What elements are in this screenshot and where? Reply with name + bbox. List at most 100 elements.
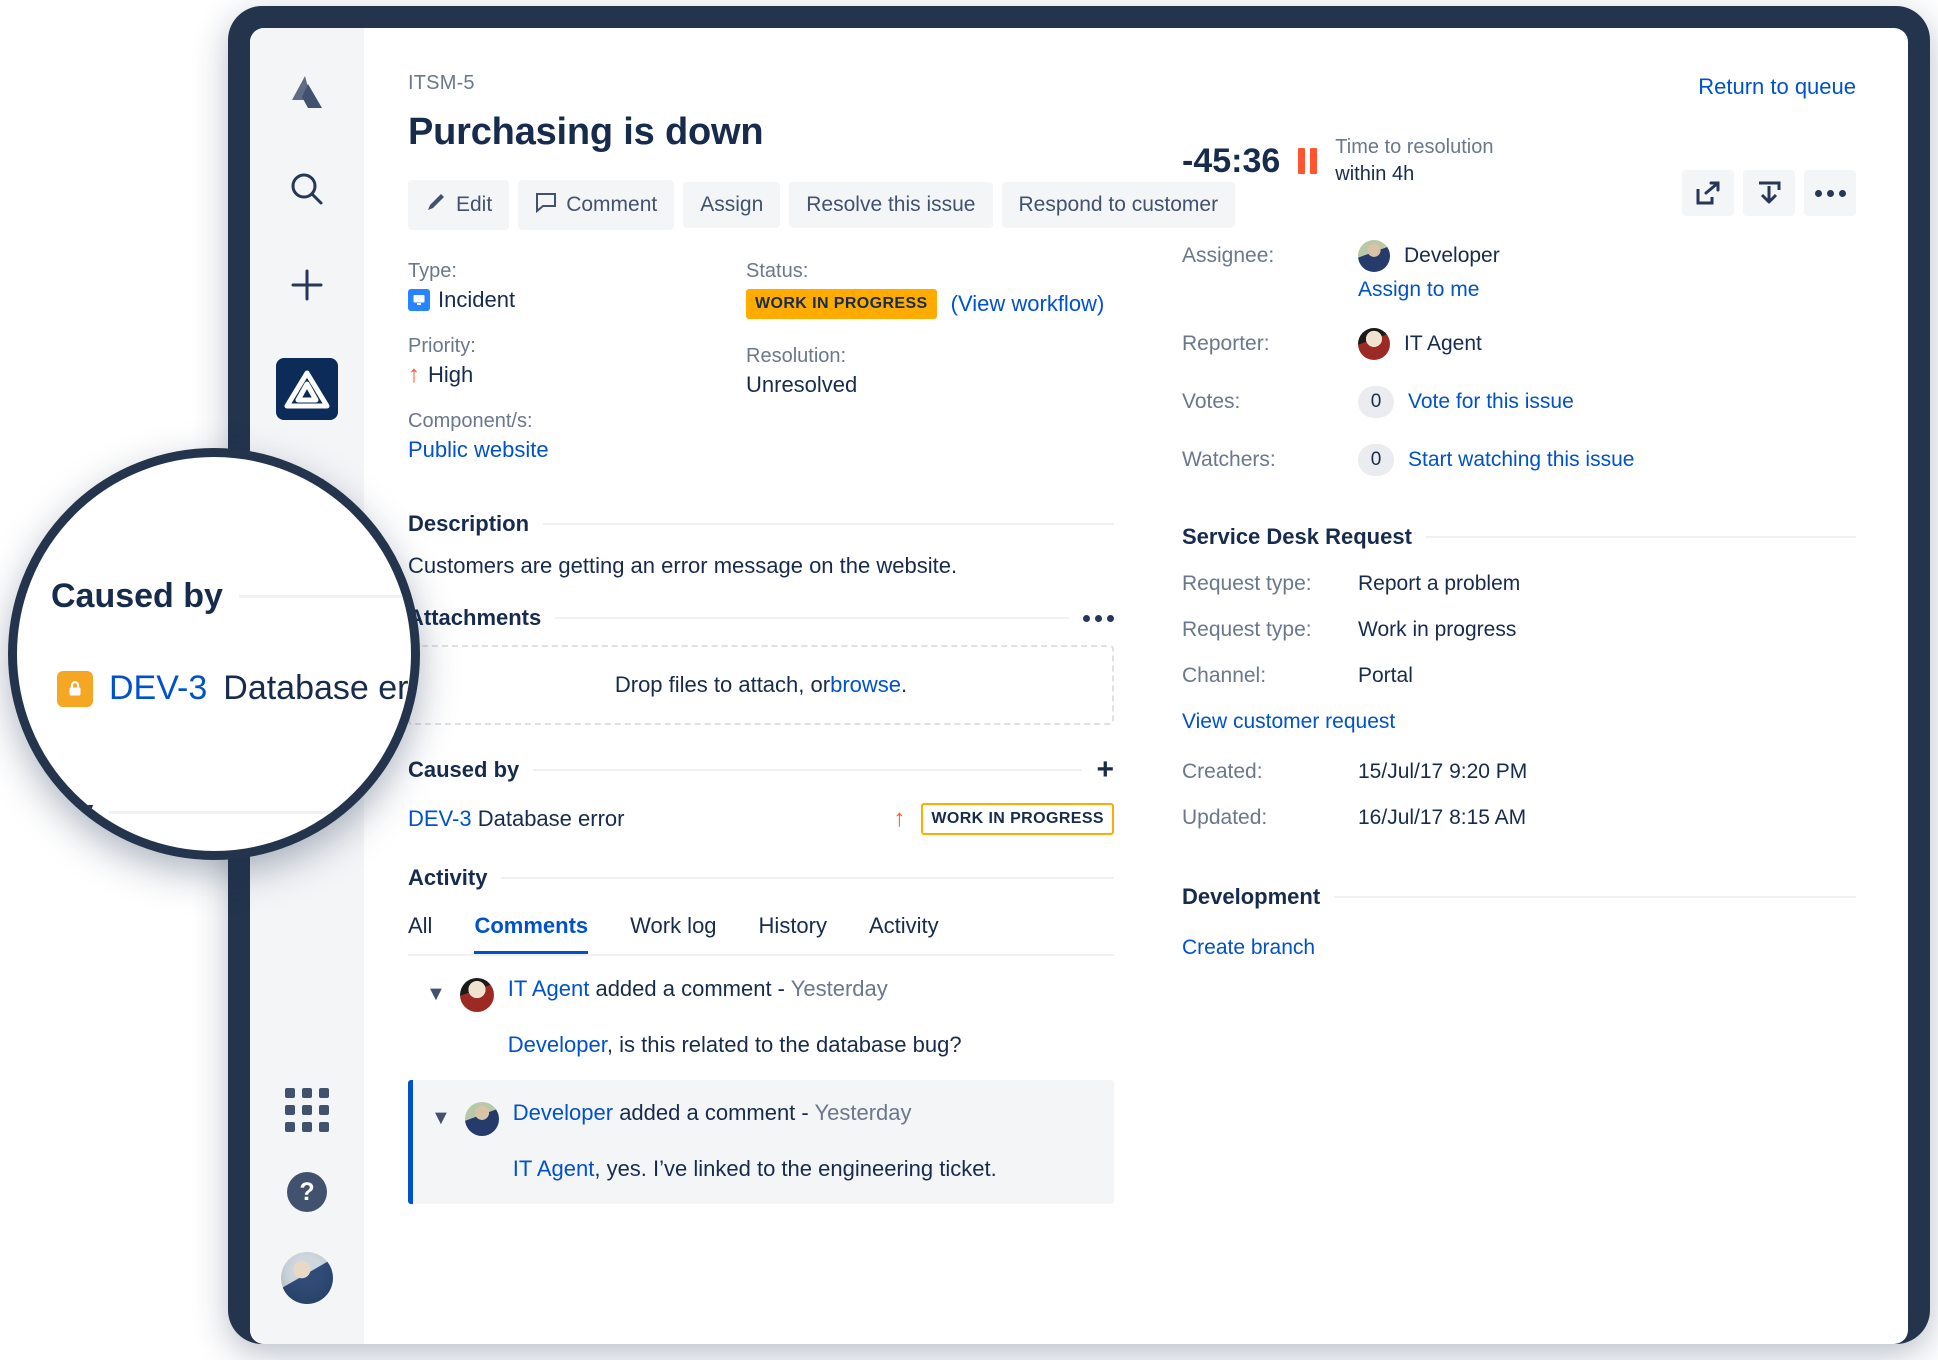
comment-author[interactable]: Developer bbox=[513, 1100, 613, 1125]
help-icon[interactable]: ? bbox=[287, 1172, 327, 1212]
field-components: Component/s: Public website bbox=[408, 410, 746, 463]
user-avatar[interactable] bbox=[281, 1252, 333, 1304]
tab-history[interactable]: History bbox=[759, 913, 827, 954]
atlassian-logo-icon[interactable] bbox=[284, 70, 330, 116]
export-icon[interactable] bbox=[1743, 170, 1795, 216]
comment-button[interactable]: Comment bbox=[518, 180, 675, 230]
field-type: Type: Incident bbox=[408, 260, 746, 313]
comment-mention[interactable]: IT Agent bbox=[513, 1156, 595, 1181]
issue-toolbar: Edit Comment Assign Resolve this issue R… bbox=[408, 180, 1236, 230]
magnifier-issue-summary: Database error bbox=[223, 669, 420, 707]
view-customer-request-link[interactable]: View customer request bbox=[1182, 710, 1856, 734]
page-title: Purchasing is down bbox=[408, 111, 764, 153]
share-icon[interactable] bbox=[1682, 170, 1734, 216]
plus-icon[interactable] bbox=[284, 262, 330, 308]
assign-button[interactable]: Assign bbox=[683, 182, 781, 228]
return-to-queue-link[interactable]: Return to queue bbox=[1698, 74, 1856, 100]
divider bbox=[1334, 896, 1856, 898]
lock-icon bbox=[57, 670, 93, 707]
screenshot-root: ? Return to queue ITSM-5 Purchasing is d… bbox=[0, 0, 1938, 1360]
linked-issue-key[interactable]: DEV-3 bbox=[408, 806, 472, 831]
field-status-label: Status: bbox=[746, 260, 809, 282]
comment-mention[interactable]: Developer bbox=[508, 1032, 607, 1057]
tab-work-log[interactable]: Work log bbox=[630, 913, 716, 954]
pencil-icon bbox=[425, 191, 447, 219]
assign-to-me-link[interactable]: Assign to me bbox=[1358, 278, 1500, 302]
comment-action: added a comment - bbox=[613, 1100, 815, 1125]
issue-key[interactable]: ITSM-5 bbox=[408, 72, 1114, 95]
add-link-icon[interactable]: + bbox=[1096, 755, 1114, 785]
resolve-issue-button[interactable]: Resolve this issue bbox=[789, 182, 993, 228]
chevron-down-icon[interactable]: ▼ bbox=[426, 984, 446, 1058]
request-type-value: Report a problem bbox=[1358, 572, 1521, 595]
votes-count: 0 bbox=[1358, 386, 1394, 418]
magnifier-issue-key[interactable]: DEV-3 bbox=[109, 669, 207, 708]
attachments-more-icon[interactable] bbox=[1083, 614, 1114, 622]
votes-row: Votes: 0 Vote for this issue bbox=[1182, 386, 1856, 418]
start-watching-link[interactable]: Start watching this issue bbox=[1408, 448, 1634, 472]
vote-for-issue-link[interactable]: Vote for this issue bbox=[1408, 390, 1574, 414]
comment-author[interactable]: IT Agent bbox=[508, 976, 590, 1001]
activity-title: Activity bbox=[408, 865, 488, 890]
search-icon[interactable] bbox=[284, 166, 330, 212]
avatar bbox=[1358, 328, 1390, 360]
votes-label: Votes: bbox=[1182, 390, 1241, 413]
tab-all[interactable]: All bbox=[408, 913, 432, 954]
magnifier-linked-issue-row[interactable]: DEV-3 Database error bbox=[57, 669, 420, 708]
priority-high-icon: ↑ bbox=[893, 805, 906, 832]
development-section: Development Create branch bbox=[1182, 884, 1856, 960]
created-value: 15/Jul/17 9:20 PM bbox=[1358, 760, 1528, 783]
channel-label: Channel: bbox=[1182, 664, 1267, 687]
linked-issues-title: Caused by bbox=[408, 757, 520, 782]
dropzone-text: Drop files to attach, or bbox=[614, 672, 831, 697]
field-resolution: Resolution: Unresolved bbox=[746, 345, 1114, 398]
field-status: Status: WORK IN PROGRESS (View workflow) bbox=[746, 260, 1114, 319]
comment-item: ▼ IT Agent added a comment - Yesterday D… bbox=[408, 956, 1114, 1080]
field-resolution-label: Resolution: bbox=[746, 345, 847, 367]
comment-time: Yesterday bbox=[790, 976, 888, 1001]
divider bbox=[109, 811, 411, 814]
chevron-down-icon[interactable]: ▼ bbox=[431, 1108, 451, 1182]
issue-side-column: -45:36 Time to resolution within 4h Assi… bbox=[1148, 72, 1856, 1344]
app-switcher-icon[interactable] bbox=[285, 1088, 329, 1132]
field-priority-value: High bbox=[428, 362, 474, 387]
comment-body: , is this related to the database bug? bbox=[606, 1032, 962, 1057]
tab-comments[interactable]: Comments bbox=[474, 913, 589, 954]
linked-issue-status-badge: WORK IN PROGRESS bbox=[921, 803, 1114, 835]
divider bbox=[533, 769, 1083, 771]
view-workflow-link[interactable]: (View workflow) bbox=[951, 291, 1105, 317]
project-tile-icon[interactable] bbox=[276, 358, 338, 420]
attachment-dropzone[interactable]: Drop files to attach, or browse. bbox=[408, 645, 1114, 725]
pause-icon bbox=[1298, 148, 1318, 174]
field-priority: Priority: ↑ High bbox=[408, 335, 746, 388]
created-label: Created: bbox=[1182, 760, 1263, 783]
field-components-label: Component/s: bbox=[408, 410, 533, 432]
create-branch-link[interactable]: Create branch bbox=[1182, 936, 1856, 960]
priority-high-icon: ↑ bbox=[408, 361, 420, 388]
request-status-label: Request type: bbox=[1182, 618, 1312, 641]
assignee-row: Assignee: Developer Assign to me bbox=[1182, 240, 1856, 302]
reporter-value: IT Agent bbox=[1404, 332, 1482, 355]
device-frame: ? Return to queue ITSM-5 Purchasing is d… bbox=[228, 6, 1930, 1344]
magnifier-section-title-2: ctivity bbox=[13, 793, 94, 831]
global-nav-bottom: ? bbox=[250, 1088, 364, 1304]
more-options-icon[interactable] bbox=[1804, 170, 1856, 216]
magnifier-linked-section-header: Caused by bbox=[51, 577, 411, 616]
avatar bbox=[464, 1102, 499, 1136]
tab-activity[interactable]: Activity bbox=[869, 913, 939, 954]
field-components-value[interactable]: Public website bbox=[408, 437, 549, 463]
assignee-label: Assignee: bbox=[1182, 244, 1275, 267]
linked-issue-row[interactable]: DEV-3 Database error ↑ WORK IN PROGRESS bbox=[408, 803, 1114, 835]
attachments-section: Attachments Drop files to attach, or bro… bbox=[408, 605, 1114, 725]
magnifier-section-title: Caused by bbox=[51, 577, 223, 615]
browse-link[interactable]: browse bbox=[830, 672, 901, 698]
issue-fields: Type: Incident Priority: ↑ High Componen… bbox=[408, 260, 1114, 485]
description-section: Description Customers are getting an err… bbox=[408, 511, 1114, 579]
comment-time: Yesterday bbox=[814, 1100, 912, 1125]
edit-button[interactable]: Edit bbox=[408, 180, 510, 230]
issue-actions bbox=[1682, 170, 1856, 216]
divider bbox=[501, 877, 1114, 879]
magnifier-activity-header: ctivity bbox=[13, 793, 411, 832]
watchers-label: Watchers: bbox=[1182, 448, 1276, 471]
magnifier-callout: Caused by DEV-3 Database error ctivity bbox=[8, 448, 420, 860]
